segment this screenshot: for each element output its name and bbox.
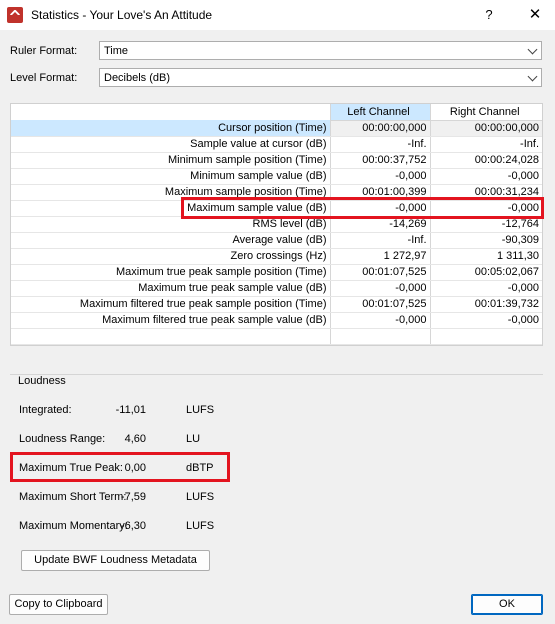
row-label: Maximum filtered true peak sample value … — [11, 312, 330, 329]
table-row-empty — [11, 328, 542, 345]
row-label: Cursor position (Time) — [11, 120, 330, 137]
loudness-integrated-unit: LUFS — [186, 404, 215, 416]
row-label: Sample value at cursor (dB) — [11, 136, 330, 153]
loudness-range-value: 4,60 — [124, 433, 146, 445]
highlight-box-max-true-peak — [10, 452, 230, 482]
right-channel-value: -0,000 — [429, 280, 542, 297]
update-bwf-loudness-button[interactable]: Update BWF Loudness Metadata — [21, 550, 210, 571]
level-format-value: Decibels (dB) — [104, 72, 171, 84]
ok-button[interactable]: OK — [471, 594, 543, 615]
table-row[interactable]: Minimum sample position (Time) 00:00:37,… — [11, 152, 542, 169]
table-row[interactable]: Maximum true peak sample position (Time)… — [11, 264, 542, 281]
table-header-blank — [11, 104, 330, 120]
ruler-format-value: Time — [104, 45, 129, 57]
row-label: Maximum true peak sample position (Time) — [11, 264, 330, 281]
left-channel-value: 00:00:00,000 — [329, 120, 430, 137]
right-channel-value: 00:00:24,028 — [429, 152, 542, 169]
loudness-integrated-value: -11,01 — [115, 404, 146, 416]
right-channel-value: -90,309 — [429, 232, 542, 249]
max-short-term-value: -7,59 — [120, 491, 146, 503]
row-label: Zero crossings (Hz) — [11, 248, 330, 265]
left-channel-value: 00:01:07,525 — [329, 264, 430, 281]
help-icon[interactable]: ? — [475, 3, 503, 27]
table-row[interactable]: Maximum true peak sample value (dB) -0,0… — [11, 280, 542, 297]
right-channel-value: 00:01:39,732 — [429, 296, 542, 313]
column-header-right-channel[interactable]: Right Channel — [429, 104, 542, 121]
left-channel-value: 00:01:07,525 — [329, 296, 430, 313]
table-row[interactable]: Maximum filtered true peak sample positi… — [11, 296, 542, 313]
left-channel-value: -Inf. — [329, 136, 430, 153]
left-channel-value: -0,000 — [329, 168, 430, 185]
table-row[interactable]: Cursor position (Time) 00:00:00,000 00:0… — [11, 120, 542, 137]
loudness-group-title: Loudness — [18, 375, 66, 387]
chevron-down-icon — [527, 71, 538, 82]
statistics-table-panel[interactable]: Left Channel Right Channel Cursor positi… — [10, 103, 543, 346]
row-label: Minimum sample value (dB) — [11, 168, 330, 185]
right-channel-value: 00:05:02,067 — [429, 264, 542, 281]
left-channel-value: -0,000 — [329, 280, 430, 297]
highlight-box-max-sample-value — [181, 197, 544, 219]
row-label: Average value (dB) — [11, 232, 330, 249]
left-channel-value: -0,000 — [329, 312, 430, 329]
ruler-format-label: Ruler Format: — [10, 45, 78, 57]
copy-to-clipboard-button[interactable]: Copy to Clipboard — [9, 594, 108, 615]
level-format-label: Level Format: — [10, 72, 78, 84]
max-momentary-unit: LUFS — [186, 520, 215, 532]
empty-cell — [329, 328, 430, 345]
table-row[interactable]: Zero crossings (Hz) 1 272,97 1 311,30 — [11, 248, 542, 265]
empty-cell — [11, 328, 330, 345]
window-title: Statistics - Your Love's An Attitude — [31, 8, 213, 22]
loudness-group-border — [10, 374, 543, 375]
close-icon[interactable]: ✕ — [521, 3, 549, 27]
left-channel-value: -Inf. — [329, 232, 430, 249]
max-momentary-value: -6,30 — [120, 520, 146, 532]
chevron-down-icon — [527, 44, 538, 55]
level-format-select[interactable]: Decibels (dB) — [99, 68, 542, 87]
title-bar: Statistics - Your Love's An Attitude ? ✕ — [0, 0, 555, 30]
left-channel-value: 1 272,97 — [329, 248, 430, 265]
column-header-left-channel[interactable]: Left Channel — [329, 104, 430, 121]
row-label: Maximum filtered true peak sample positi… — [11, 296, 330, 313]
ruler-format-select[interactable]: Time — [99, 41, 542, 60]
right-channel-value: 00:00:00,000 — [429, 120, 542, 137]
row-label: Minimum sample position (Time) — [11, 152, 330, 169]
table-row[interactable]: Average value (dB) -Inf. -90,309 — [11, 232, 542, 249]
app-icon — [7, 7, 23, 23]
row-label: Maximum true peak sample value (dB) — [11, 280, 330, 297]
empty-cell — [429, 328, 542, 345]
left-channel-value: 00:00:37,752 — [329, 152, 430, 169]
right-channel-value: -Inf. — [429, 136, 542, 153]
table-row[interactable]: Sample value at cursor (dB) -Inf. -Inf. — [11, 136, 542, 153]
table-row[interactable]: Maximum filtered true peak sample value … — [11, 312, 542, 329]
right-channel-value: -0,000 — [429, 168, 542, 185]
statistics-table: Left Channel Right Channel Cursor positi… — [11, 104, 542, 345]
loudness-integrated-label: Integrated: — [19, 404, 72, 416]
right-channel-value: 1 311,30 — [429, 248, 542, 265]
loudness-range-label: Loudness Range: — [19, 433, 106, 445]
loudness-range-unit: LU — [186, 433, 201, 445]
max-short-term-unit: LUFS — [186, 491, 215, 503]
table-row[interactable]: Minimum sample value (dB) -0,000 -0,000 — [11, 168, 542, 185]
right-channel-value: -0,000 — [429, 312, 542, 329]
